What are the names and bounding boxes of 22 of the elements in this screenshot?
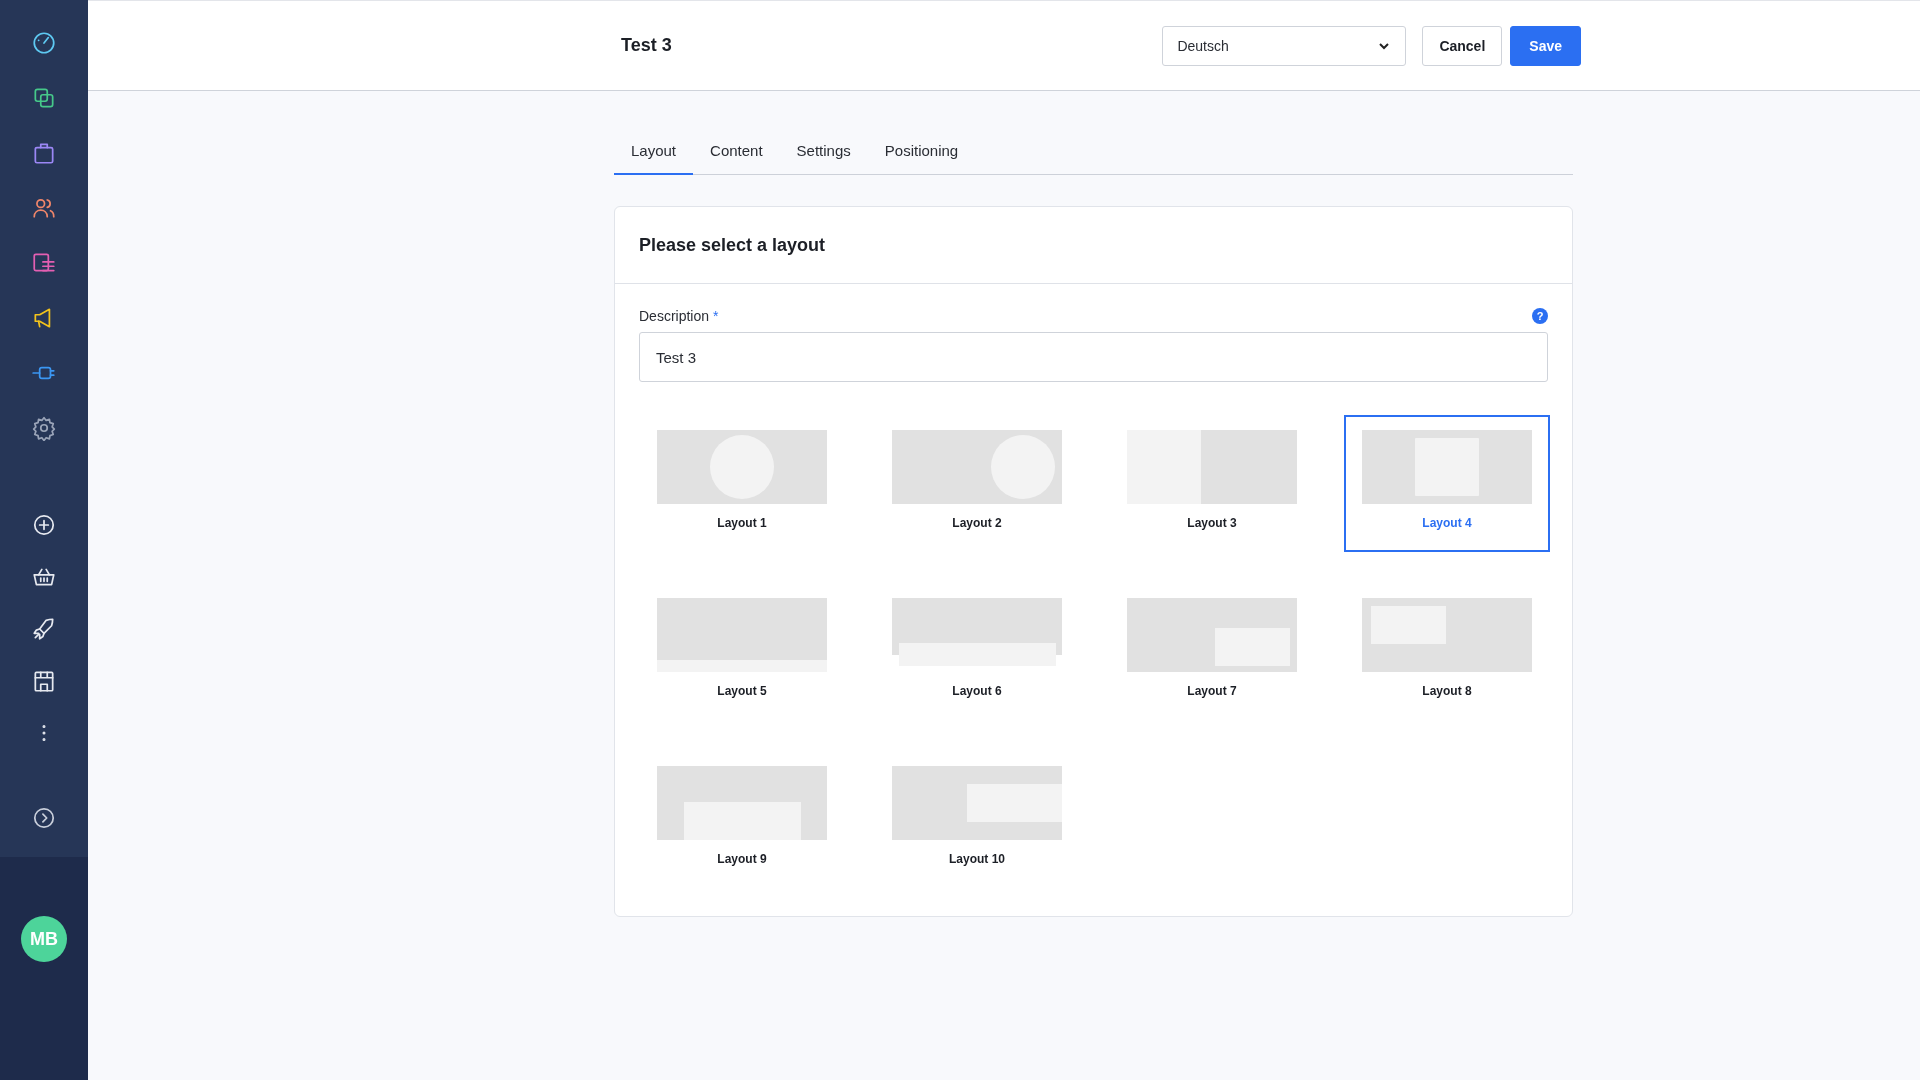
tab[interactable]: Settings (779, 132, 868, 175)
layout-option[interactable]: Layout 8 (1344, 583, 1550, 720)
field-label: Description * (639, 308, 719, 324)
card-title: Please select a layout (639, 234, 826, 256)
layout-option[interactable]: Layout 1 (639, 415, 845, 552)
cancel-button[interactable]: Cancel (1422, 25, 1503, 66)
page-title: Test 3 (621, 35, 673, 56)
tab[interactable]: Layout (614, 132, 694, 175)
layout-option[interactable]: Layout 5 (639, 583, 845, 720)
layout-option[interactable]: Layout 9 (639, 751, 845, 888)
layout-option[interactable]: Layout 2 (874, 415, 1080, 552)
layout-option[interactable]: Layout 10 (874, 751, 1080, 888)
tab[interactable]: Content (693, 132, 780, 175)
help-icon[interactable]: ? (1532, 308, 1548, 324)
save-button[interactable]: Save (1510, 25, 1581, 66)
layout-option[interactable]: Layout 7 (1109, 583, 1315, 720)
layout-option[interactable]: Layout 3 (1109, 415, 1315, 552)
language-select[interactable]: Deutsch (1162, 25, 1407, 66)
description-field[interactable]: Test 3 (639, 332, 1548, 382)
tab[interactable]: Positioning (867, 132, 976, 175)
layout-option[interactable]: Layout 6 (874, 583, 1080, 720)
layout-option[interactable]: Layout 4 (1344, 415, 1550, 552)
